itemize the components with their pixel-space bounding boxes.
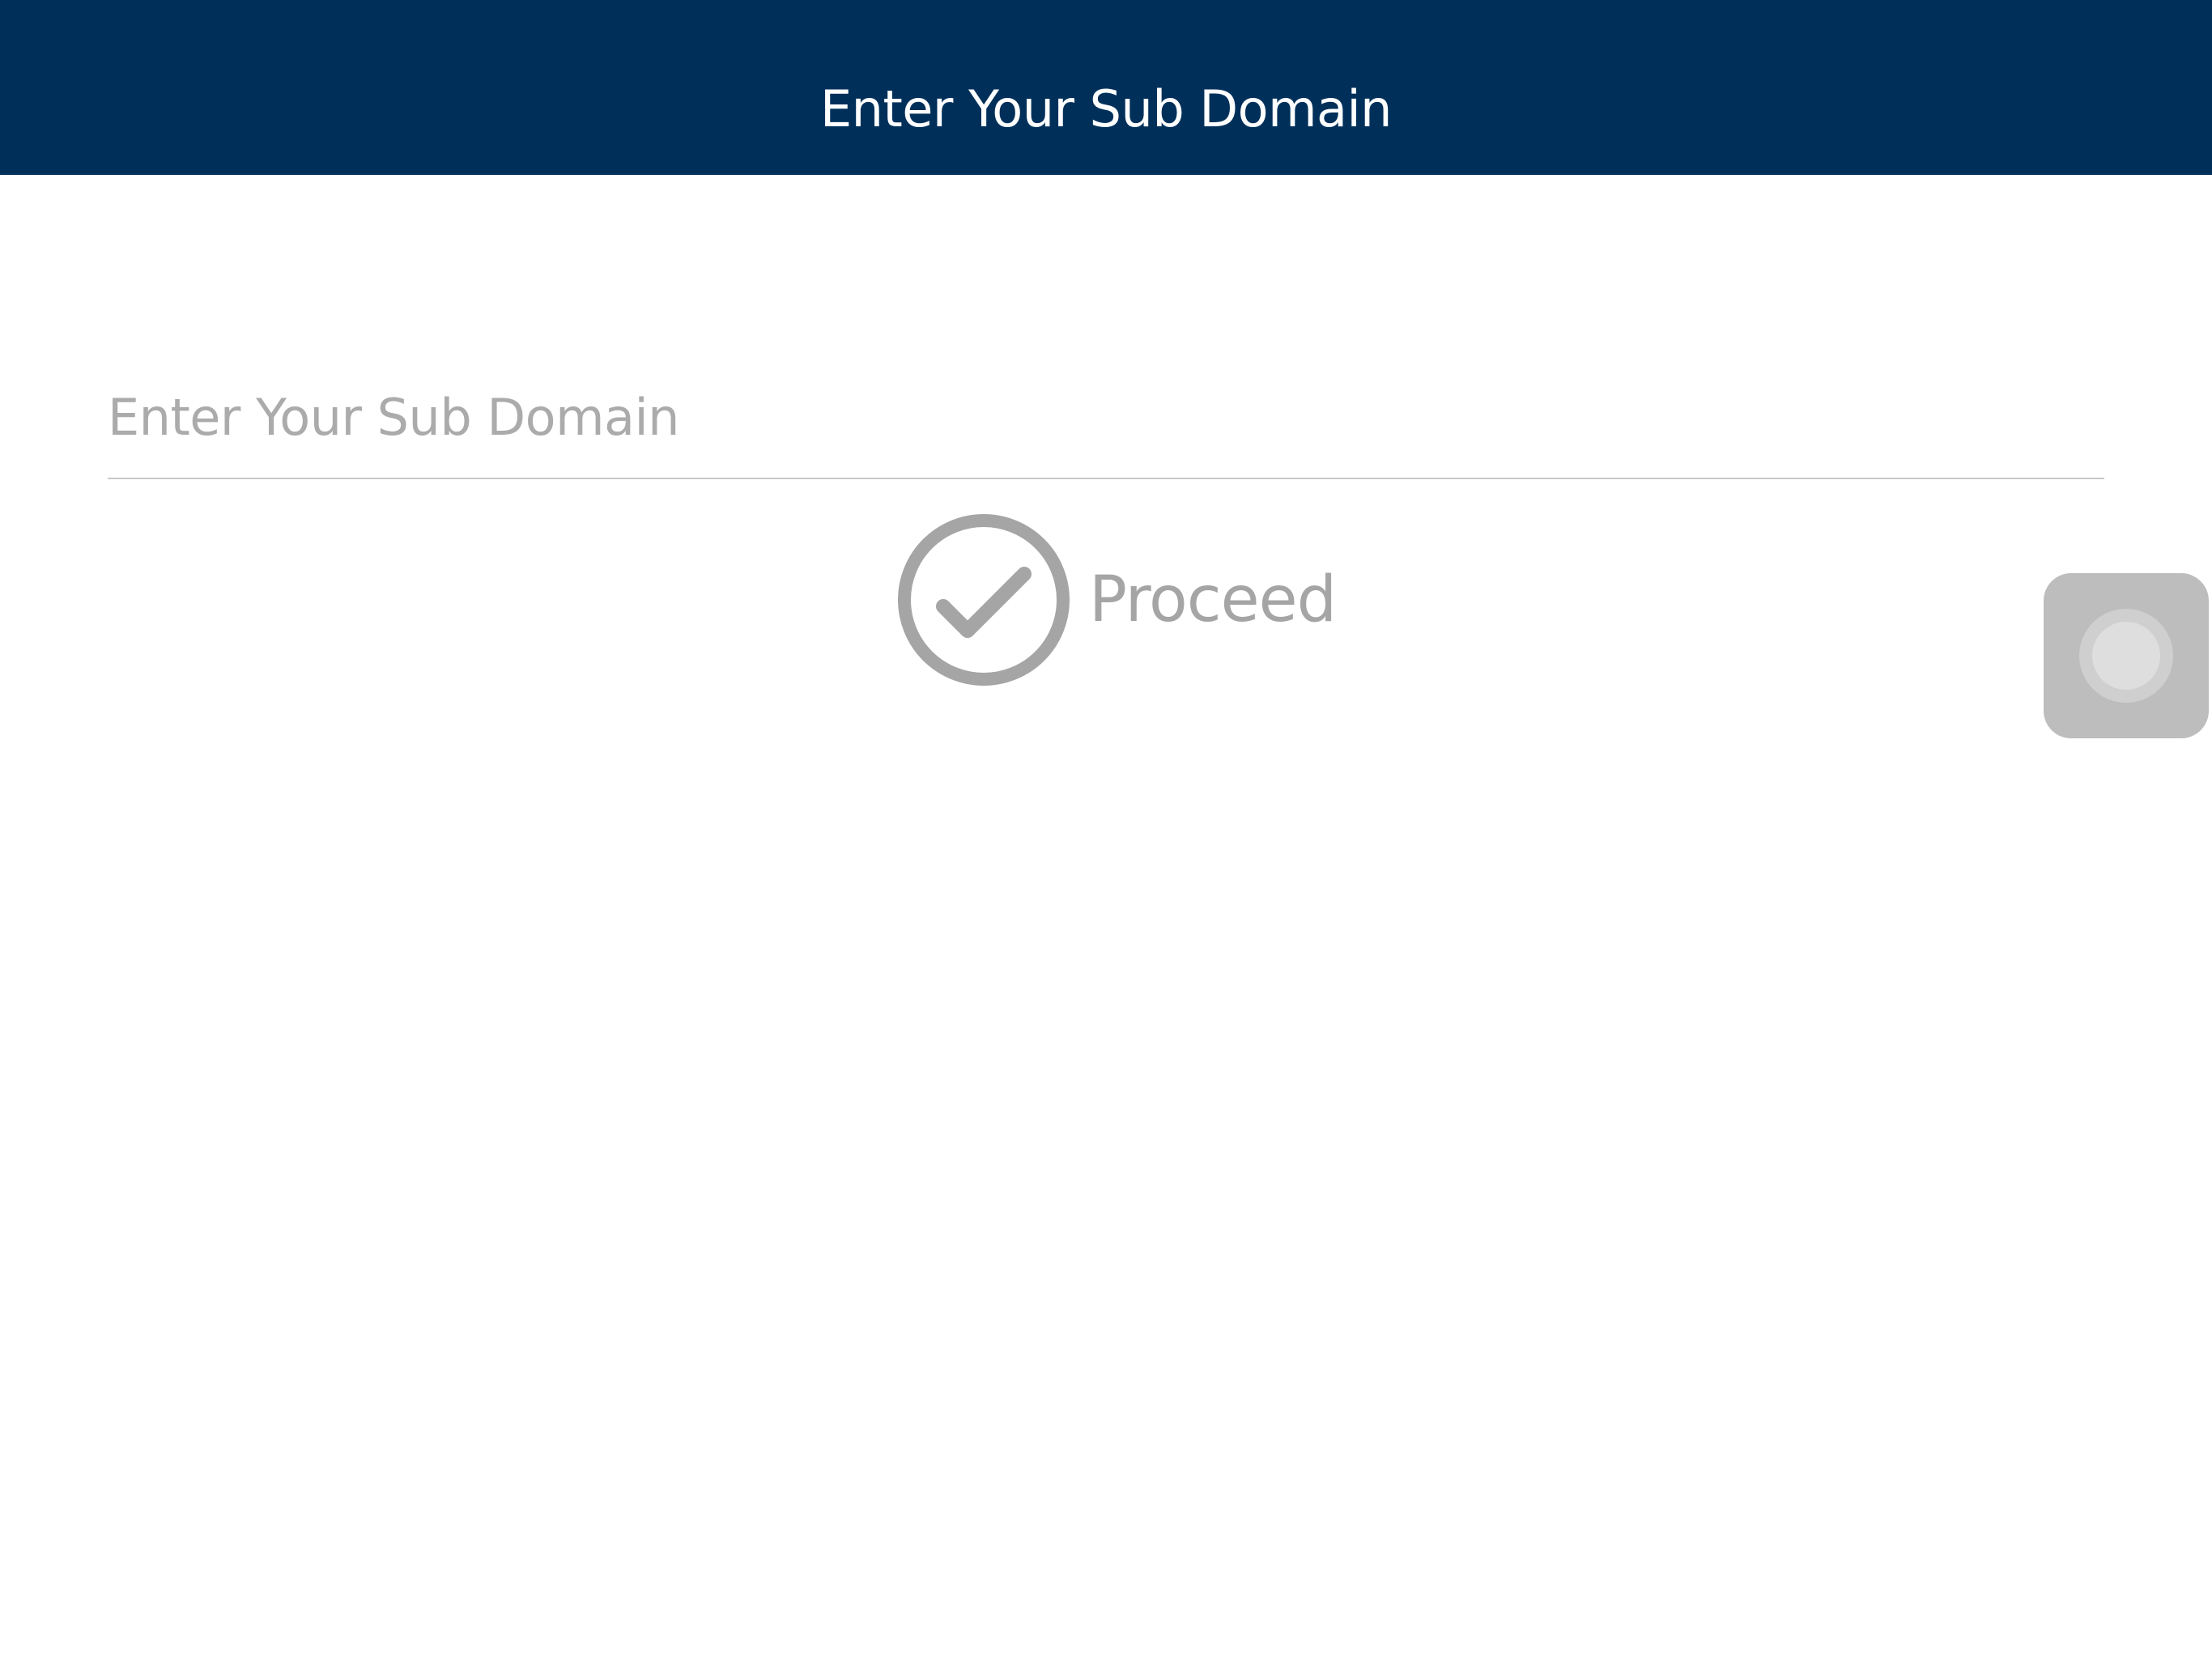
proceed-label: Proceed — [1089, 563, 1337, 636]
page-title: Enter Your Sub Domain — [820, 79, 1392, 138]
assistive-touch-icon — [2079, 609, 2173, 703]
assistive-touch-button[interactable] — [2044, 573, 2209, 738]
subdomain-field — [108, 364, 2104, 479]
subdomain-input[interactable] — [108, 364, 2104, 470]
assistive-touch-dot — [2092, 622, 2160, 690]
header-bar: Enter Your Sub Domain — [0, 0, 2212, 175]
proceed-button[interactable]: Proceed — [896, 512, 1337, 687]
check-circle-icon — [898, 514, 1070, 686]
